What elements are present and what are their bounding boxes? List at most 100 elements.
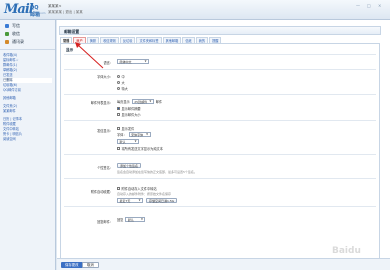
show-summary-label: 显示邮件摘要 [121, 107, 141, 111]
add-signature-button[interactable]: 添加个性签名 [117, 163, 142, 168]
chevron-down-icon: ▼ [140, 218, 143, 221]
inbox-label: 收信 [12, 30, 20, 36]
show-summary-checkbox[interactable]: 显示邮件摘要 [117, 106, 141, 111]
reply-select-value: 默认 [127, 217, 134, 222]
compose-size-select[interactable]: 默认 ▼ [117, 139, 139, 144]
show-size-checkbox[interactable]: 显示邮件大小 [117, 112, 141, 117]
pen-icon [5, 23, 9, 28]
compose-display-label: 发信显示： [97, 129, 113, 133]
auto-attach-select[interactable]: 最近7天 ▼ [117, 198, 143, 203]
compose-font-row: 字体： 宋体字体 ▼ [117, 132, 151, 137]
chevron-down-icon: ▼ [144, 60, 147, 63]
close-icon[interactable]: × [378, 3, 381, 8]
chevron-down-icon: ▼ [134, 140, 137, 143]
cancel-button[interactable]: 取消 [82, 262, 99, 268]
chevron-down-icon: ▼ [149, 100, 152, 103]
divider [64, 206, 376, 207]
compose-label: 写信 [12, 22, 20, 28]
user-info: 某某某< 某某某某 | 退出 | 某某 [48, 3, 83, 15]
compose-font-select[interactable]: 宋体字体 ▼ [128, 132, 151, 137]
radio-checked-icon [117, 75, 120, 78]
radio-icon [117, 81, 120, 84]
reply-option-label: 回复 [117, 218, 124, 222]
compose-button[interactable]: 写信 [3, 22, 55, 29]
signature-label: 个性签名： [97, 166, 113, 170]
page-title: 邮箱设置 [59, 26, 381, 35]
fontsize-option-label: 中 [121, 75, 125, 79]
compose-option-label: 显示发件 [121, 127, 135, 131]
compose-size-value: 默认 [119, 139, 126, 144]
compose-option-checkbox[interactable]: 显示发件 [117, 126, 134, 131]
contacts-label: 通讯录 [12, 38, 24, 44]
contacts-button[interactable]: 通讯录 [3, 38, 55, 45]
chevron-down-icon: ▼ [146, 133, 149, 136]
language-select[interactable]: 简体中文 ▼ [117, 59, 149, 64]
inbox-icon [5, 31, 9, 36]
auto-attach-option-label: 附件自动存入文件中转站 [121, 187, 157, 191]
list-display-label: 邮件列表显示： [90, 101, 113, 105]
list-count-select[interactable]: 25封邮件 ▼ [131, 99, 154, 104]
list-count-row: 每页显示 25封邮件 ▼ 邮件 [117, 99, 162, 104]
divider [64, 120, 376, 121]
auto-attach-select-value: 最近7天 [119, 198, 131, 203]
save-button[interactable]: 保存更改 [61, 262, 83, 268]
fontsize-option-label: 大 [121, 81, 125, 85]
auto-attach-hint: 自动存入的邮件附件：按原始文件名保存 [117, 192, 172, 196]
checkbox-icon [117, 127, 120, 130]
compose-size-row: 默认 ▼ [117, 139, 139, 144]
fontsize-option-1[interactable]: 大 [117, 80, 125, 85]
compose-font-value: 宋体字体 [131, 132, 144, 137]
storage-button[interactable]: 存储空间已满1.5G [146, 198, 178, 203]
top-header: Mail QQ邮箱 mail.qq.com 某某某< 某某某某 | 退出 | 某… [0, 0, 390, 20]
logo-mail-text: Mail [4, 2, 34, 17]
divider [64, 54, 376, 55]
divider [64, 94, 376, 95]
user-links[interactable]: 某某某某 | 退出 | 某某 [48, 9, 83, 15]
footer-bar: 保存更改 取消 [57, 258, 390, 270]
reply-select[interactable]: 默认 ▼ [125, 217, 146, 222]
settings-content: 显示 语言： 简体中文 ▼ 字体大小： 中 大 特大 邮件列表显示： 每页显示 2… [60, 43, 380, 270]
logo-domain-text: mail.qq.com [30, 12, 46, 15]
folder-list: 收件箱(4) 星标邮件☆ 群邮件(1) 草稿箱(2) 已发送 已删除 垃圾箱(6) QQ邮件订… [0, 50, 55, 142]
contacts-icon [5, 39, 9, 44]
auto-attach-controls: 最近7天 ▼ 存储空间已满1.5G [117, 198, 178, 203]
per-page-label: 每页显示 [117, 100, 130, 104]
qq-mail-logo[interactable]: Mail QQ邮箱 mail.qq.com [4, 2, 46, 18]
minimize-icon[interactable]: — [356, 3, 360, 8]
chevron-down-icon: ▼ [138, 199, 141, 202]
fontsize-option-label: 特大 [121, 87, 128, 91]
auto-attach-checkbox[interactable]: 附件自动存入文件中转站 [117, 186, 157, 191]
settings-panel: 邮箱设置 常规 帐户 换肤 收信规则 反垃圾 文件夹和标签 其他邮箱 信纸 我的 提醒 显示 语言… [57, 20, 390, 270]
sidebar: 写信 收信 通讯录 收件箱(4) 星标邮件☆ 群邮件(1) 草稿箱(2) 已发送 已删除垃… [0, 20, 56, 270]
sidebar-item[interactable]: 阅读空间 [3, 137, 55, 142]
list-count-suffix: 邮件 [155, 100, 163, 104]
watermark: Baidu [332, 246, 361, 256]
maximize-icon[interactable]: □ [367, 3, 371, 8]
checkbox-icon [117, 113, 120, 116]
checkbox-icon [117, 187, 120, 190]
radio-icon [117, 87, 120, 90]
signature-hint: 签名会自动添加在您写信的正文底部，最多可设置5个签名。 [117, 170, 197, 174]
plain-text-label: 将所有发送文字显示为纯文本 [121, 147, 163, 151]
plain-text-checkbox[interactable]: 将所有发送文字显示为纯文本 [117, 146, 163, 151]
language-value: 简体中文 [119, 59, 132, 64]
compose-font-label: 字体： [117, 133, 127, 137]
reply-label: 回复邮件： [97, 220, 113, 224]
reply-row: 回复 默认 ▼ [117, 217, 146, 222]
list-count-value: 25封邮件 [134, 99, 148, 104]
fontsize-option-2[interactable]: 特大 [117, 86, 128, 91]
section-display-title: 显示 [66, 48, 74, 52]
inbox-button[interactable]: 收信 [3, 30, 55, 37]
fontsize-option-0[interactable]: 中 [117, 74, 125, 79]
checkbox-checked-icon [117, 107, 120, 110]
divider [64, 154, 376, 155]
sidebar-actions: 写信 收信 通讯录 [0, 20, 55, 50]
language-label: 语言： [103, 61, 113, 65]
add-signature-label: 添加个性签名 [117, 163, 142, 168]
divider [64, 178, 376, 179]
show-size-label: 显示邮件大小 [121, 113, 141, 117]
auto-attach-label: 附件自动收藏： [90, 190, 113, 194]
auto-attach-row: 自动存入的邮件附件：按原始文件名保存 [117, 192, 171, 196]
checkbox-icon [117, 147, 120, 150]
divider [64, 69, 376, 70]
